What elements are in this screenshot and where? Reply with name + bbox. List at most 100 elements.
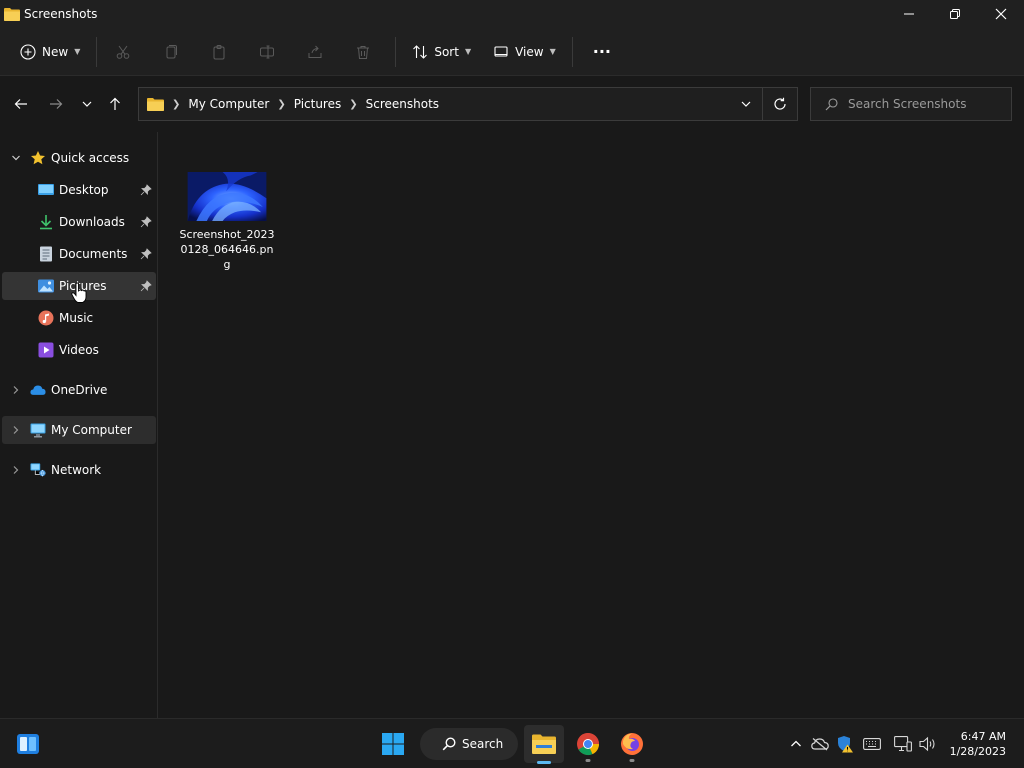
breadcrumb-pictures[interactable]: Pictures <box>294 97 342 111</box>
taskbar-search[interactable]: Search <box>420 728 518 760</box>
refresh-icon <box>774 97 786 110</box>
close-icon <box>995 8 1007 20</box>
start-button[interactable] <box>372 725 414 763</box>
folder-icon <box>4 8 20 21</box>
search-icon <box>825 97 838 110</box>
sidebar-item-label: Music <box>59 311 94 325</box>
toolbar-separator <box>571 36 573 67</box>
computer-icon <box>30 422 46 438</box>
sidebar-item-onedrive[interactable]: OneDrive <box>2 376 156 404</box>
taskbar-firefox[interactable] <box>612 725 652 763</box>
sidebar-item-documents[interactable]: Documents <box>2 240 156 268</box>
sidebar-item-network[interactable]: Network <box>2 456 156 484</box>
input-indicator[interactable] <box>860 719 884 768</box>
restore-icon <box>950 9 960 19</box>
chevron-down-icon: ▼ <box>74 47 81 56</box>
sidebar-item-downloads[interactable]: Downloads <box>2 208 156 236</box>
sidebar-item-label: Videos <box>59 343 99 357</box>
show-hidden-icons-button[interactable] <box>786 719 806 768</box>
folder-icon <box>147 98 164 111</box>
file-explorer-icon <box>532 734 556 754</box>
close-button[interactable] <box>978 0 1024 28</box>
window-title: Screenshots <box>24 7 98 21</box>
volume-tray[interactable] <box>917 719 939 768</box>
sidebar-item-label: OneDrive <box>51 383 108 397</box>
chevron-right-icon[interactable] <box>10 465 22 475</box>
cut-button[interactable] <box>107 34 139 70</box>
address-bar[interactable]: ❯ My Computer ❯ Pictures ❯ Screenshots <box>138 87 798 121</box>
pin-icon[interactable] <box>140 248 152 260</box>
minimize-button[interactable] <box>886 0 932 28</box>
sort-button[interactable]: Sort ▼ <box>404 34 479 70</box>
restore-button[interactable] <box>932 0 978 28</box>
sidebar-item-label: Quick access <box>51 151 130 165</box>
file-name: Screenshot_20230128_064646.png <box>179 228 275 271</box>
view-button[interactable]: View ▼ <box>485 34 564 70</box>
running-indicator <box>585 759 591 762</box>
widgets-button[interactable] <box>8 725 48 763</box>
search-input[interactable] <box>848 97 1008 111</box>
breadcrumb-my-computer[interactable]: My Computer <box>188 97 269 111</box>
breadcrumb-separator[interactable]: ❯ <box>172 99 180 110</box>
keyboard-icon <box>863 738 881 750</box>
share-button[interactable] <box>299 34 331 70</box>
search-icon <box>442 737 456 751</box>
breadcrumb-separator[interactable]: ❯ <box>349 99 357 110</box>
paste-icon <box>213 44 225 59</box>
pin-icon[interactable] <box>140 184 152 196</box>
back-button[interactable] <box>7 91 35 117</box>
view-label: View <box>515 44 544 59</box>
firefox-icon <box>621 733 643 755</box>
chevron-down-icon[interactable] <box>10 153 22 163</box>
cloud-offline-icon <box>811 738 829 751</box>
widgets-icon <box>17 734 39 754</box>
chevron-right-icon[interactable] <box>10 385 22 395</box>
pictures-icon <box>38 278 54 294</box>
sidebar-item-label: Desktop <box>59 183 109 197</box>
toolbar-separator <box>395 36 397 67</box>
taskbar-file-explorer[interactable] <box>524 725 564 764</box>
new-button[interactable]: New ▼ <box>12 34 88 70</box>
sidebar-item-quick-access[interactable]: Quick access <box>2 144 156 172</box>
sidebar-item-videos[interactable]: Videos <box>2 336 156 364</box>
chevron-right-icon[interactable] <box>10 425 22 435</box>
sort-label: Sort <box>434 44 459 59</box>
paste-button[interactable] <box>203 34 235 70</box>
network-tray[interactable] <box>892 719 914 768</box>
arrow-right-icon <box>50 99 63 109</box>
more-options-button[interactable]: ··· <box>581 34 623 70</box>
breadcrumb-separator[interactable]: ❯ <box>277 99 285 110</box>
search-box[interactable] <box>810 87 1012 121</box>
up-button[interactable] <box>101 91 129 117</box>
chevron-down-icon: ▼ <box>549 47 556 56</box>
file-list-area[interactable]: Screenshot_20230128_064646.png <box>159 132 1024 718</box>
taskbar-search-label: Search <box>462 737 504 751</box>
image-thumbnail <box>187 172 267 221</box>
pin-icon[interactable] <box>140 216 152 228</box>
forward-button[interactable] <box>42 91 70 117</box>
active-indicator <box>537 761 551 764</box>
pin-icon[interactable] <box>140 280 152 292</box>
rename-button[interactable] <box>251 34 283 70</box>
clock[interactable]: 6:47 AM 1/28/2023 <box>950 729 1006 759</box>
recent-locations-button[interactable] <box>73 91 101 117</box>
clock-date: 1/28/2023 <box>949 745 1006 758</box>
refresh-button[interactable] <box>763 88 797 120</box>
sidebar-item-my-computer[interactable]: My Computer <box>2 416 156 444</box>
taskbar-chrome[interactable] <box>568 725 608 763</box>
onedrive-tray[interactable] <box>809 719 831 768</box>
clock-time: 6:47 AM <box>960 730 1006 743</box>
sidebar-item-music[interactable]: Music <box>2 304 156 332</box>
address-history-button[interactable] <box>730 88 762 120</box>
file-item[interactable]: Screenshot_20230128_064646.png <box>177 172 277 272</box>
star-icon <box>30 150 46 166</box>
windows-logo-icon <box>382 733 404 755</box>
sidebar-item-desktop[interactable]: Desktop <box>2 176 156 204</box>
delete-button[interactable] <box>347 34 379 70</box>
copy-button[interactable] <box>155 34 187 70</box>
breadcrumb-screenshots[interactable]: Screenshots <box>366 97 439 111</box>
running-indicator <box>629 759 635 762</box>
share-icon <box>308 45 322 58</box>
sidebar-item-label: Network <box>51 463 102 477</box>
security-tray[interactable] <box>834 719 856 768</box>
